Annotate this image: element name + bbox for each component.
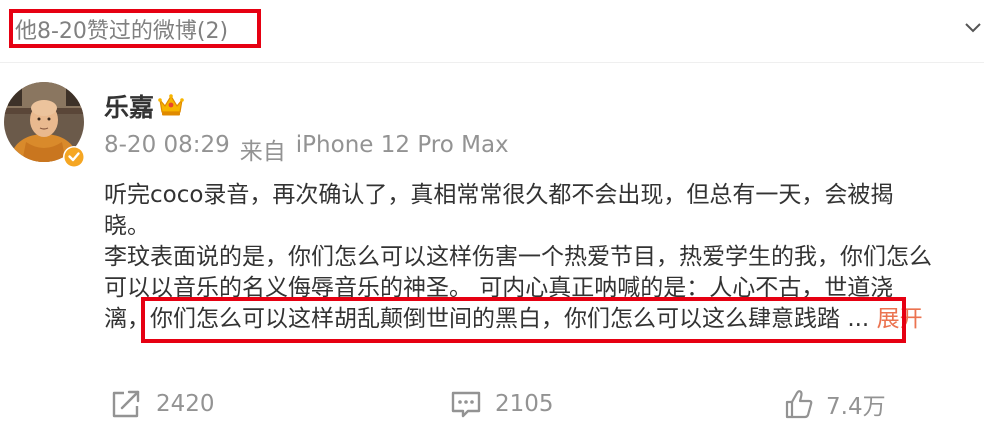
post-body-line: 李玟表面说的是，你们怎么可以这样伤害一个热爱节目，热爱学生的我，你们怎么 (104, 244, 932, 270)
like-count: 7.4万 (826, 394, 886, 420)
comment-count: 2105 (495, 391, 554, 417)
crown-icon[interactable] (157, 92, 185, 118)
weibo-liked-feed: 他8-20赞过的微博(2) 乐嘉 8-20 08:29 来自 iPhone 12… (0, 0, 984, 436)
post-source-prefix: 来自 (239, 139, 286, 165)
post-body-last-line: 漓，你们怎么可以这样胡乱颠倒世间的黑白，你们怎么可以这么肆意践踏 ... 展开 (104, 297, 984, 343)
post-body: 听完coco录音，再次确认了，真相常常很久都不会出现，但总有一天，会被揭 晓。 … (104, 180, 984, 343)
thumbs-up-icon (785, 390, 813, 419)
repost-icon (112, 390, 140, 418)
like-button[interactable]: 7.4万 (784, 384, 886, 424)
repost-button[interactable]: 2420 (110, 384, 215, 424)
chevron-down-icon[interactable] (962, 14, 984, 40)
post-body-line: 晓。 (104, 213, 150, 239)
header-divider (0, 62, 984, 63)
comment-icon (451, 391, 481, 418)
verified-badge-icon (63, 146, 85, 168)
post-meta: 8-20 08:29 来自 iPhone 12 Pro Max (104, 132, 509, 166)
post-body-line: 听完coco录音，再次确认了，真相常常很久都不会出现，但总有一天，会被揭 (104, 182, 894, 208)
post-source: iPhone 12 Pro Max (295, 132, 509, 158)
comment-button[interactable]: 2105 (449, 384, 554, 424)
post-time[interactable]: 8-20 08:29 (104, 132, 230, 166)
post-actions: 2420 2105 7.4万 (0, 384, 984, 424)
repost-count: 2420 (156, 391, 215, 417)
liked-feed-title-text: 他8-20赞过的微博(2) (15, 18, 229, 44)
highlight-box (141, 297, 906, 343)
liked-feed-title: 他8-20赞过的微博(2) (9, 9, 261, 48)
author-name[interactable]: 乐嘉 (104, 88, 154, 124)
